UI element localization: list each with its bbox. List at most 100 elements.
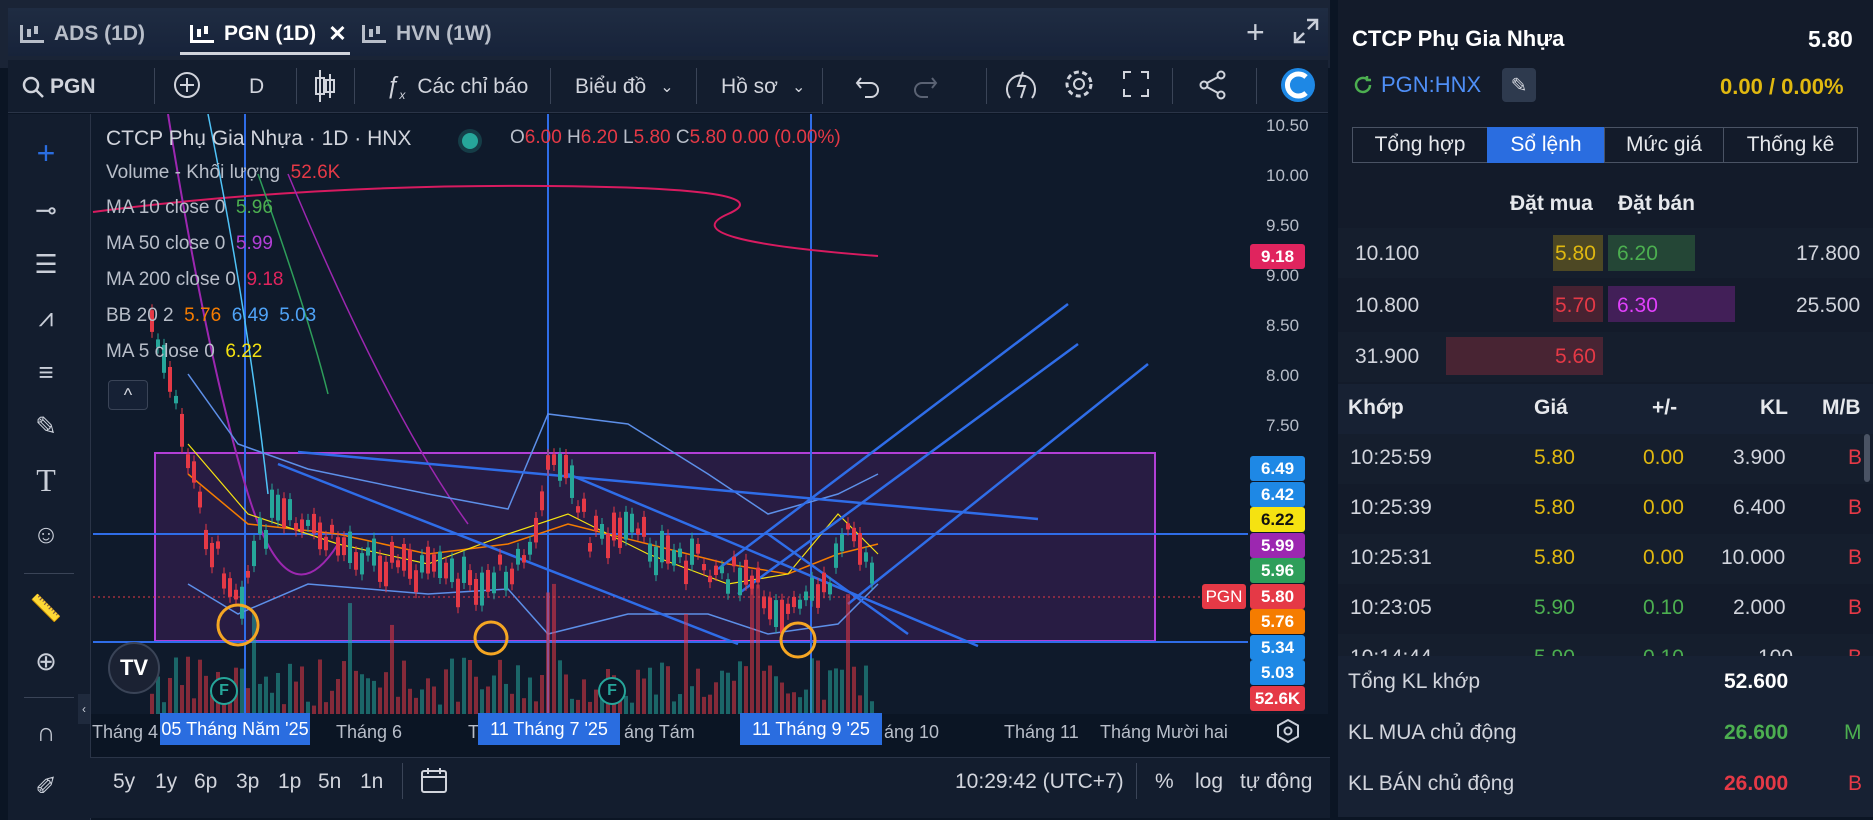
emoji-icon[interactable]: ☺ bbox=[28, 516, 64, 552]
volume-bar bbox=[510, 693, 514, 714]
axis-settings-icon[interactable] bbox=[1276, 719, 1300, 743]
volume-bar bbox=[792, 692, 796, 714]
collapse-legend-button[interactable]: ^ bbox=[108, 380, 148, 410]
volume-bar bbox=[678, 694, 682, 714]
candle bbox=[294, 523, 298, 531]
close-icon[interactable]: ✕ bbox=[328, 21, 346, 47]
volume-bar bbox=[198, 659, 202, 714]
chart-icon bbox=[20, 25, 44, 43]
range-6p[interactable]: 6p bbox=[194, 770, 217, 794]
o-label: O bbox=[510, 127, 525, 148]
market-status-dot bbox=[462, 133, 478, 149]
interval-button[interactable]: D bbox=[249, 70, 264, 104]
symbol-search[interactable]: PGN bbox=[22, 70, 96, 104]
edit-icon[interactable]: ✎ bbox=[1502, 68, 1536, 102]
event-marker[interactable]: F bbox=[598, 677, 626, 705]
tab-muc-gia[interactable]: Mức giá bbox=[1604, 127, 1724, 163]
sell-price[interactable]: 6.30 bbox=[1617, 294, 1658, 318]
range-1y[interactable]: 1y bbox=[155, 770, 177, 794]
pattern-icon[interactable]: ⩘ bbox=[28, 300, 64, 336]
profile-button[interactable]: Hồ sơ ⌄ bbox=[721, 70, 805, 104]
candle bbox=[780, 599, 784, 634]
trades-list[interactable]: 10:25:59 5.80 0.00 3.900 B 10:25:39 5.80… bbox=[1338, 434, 1873, 656]
range-5n[interactable]: 5n bbox=[318, 770, 341, 794]
redo-icon[interactable] bbox=[912, 74, 938, 98]
range-3p[interactable]: 3p bbox=[236, 770, 259, 794]
legend-ma200[interactable]: MA 200 close 0 9.18 bbox=[106, 269, 283, 291]
c-value: 5.80 bbox=[689, 127, 727, 148]
alert-icon[interactable] bbox=[1006, 68, 1038, 102]
tab-pgn[interactable]: PGN (1D) ✕ bbox=[190, 18, 347, 50]
indicators-button[interactable]: ƒx Các chỉ báo bbox=[386, 70, 528, 104]
lines-icon[interactable]: ☰ bbox=[28, 246, 64, 282]
chart-type-label: Biểu đồ bbox=[575, 75, 647, 98]
magnet-icon[interactable]: ∩ bbox=[28, 714, 64, 750]
candle bbox=[186, 454, 190, 469]
volume-bar bbox=[768, 665, 772, 714]
range-5y[interactable]: 5y bbox=[113, 770, 135, 794]
candle bbox=[432, 554, 436, 572]
legend-label: MA 200 close 0 bbox=[106, 269, 236, 290]
tab-thong-ke[interactable]: Thống kê bbox=[1723, 127, 1858, 163]
buy-volume: 31.900 bbox=[1355, 345, 1420, 368]
trade-price: 5.90 bbox=[1534, 646, 1575, 656]
price-tag-bb-mid: 5.76 bbox=[1250, 609, 1305, 634]
compare-add-icon[interactable] bbox=[172, 70, 202, 100]
range-1p[interactable]: 1p bbox=[278, 770, 301, 794]
lock-drawings-icon[interactable]: ✐ bbox=[28, 768, 64, 804]
tab-so-lenh[interactable]: Sổ lệnh bbox=[1487, 127, 1605, 163]
volume-bar bbox=[750, 579, 754, 714]
chart-type-button[interactable]: Biểu đồ ⌄ bbox=[575, 70, 674, 104]
range-1n[interactable]: 1n bbox=[360, 770, 383, 794]
candle bbox=[348, 531, 352, 563]
trade-change: 0.10 bbox=[1643, 596, 1684, 619]
volume-bar bbox=[564, 674, 568, 714]
chart-icon bbox=[190, 25, 214, 43]
legend-bb[interactable]: BB 20 2 5.76 6.49 5.03 bbox=[106, 305, 316, 327]
sell-price[interactable]: 6.20 bbox=[1617, 242, 1658, 266]
brush-icon[interactable]: ✎ bbox=[28, 408, 64, 444]
candle bbox=[564, 454, 568, 479]
gear-icon[interactable] bbox=[1063, 68, 1095, 100]
legend-ma10[interactable]: MA 10 close 0 5.96 bbox=[106, 197, 273, 219]
add-tab-icon[interactable]: + bbox=[1246, 14, 1265, 51]
percent-toggle[interactable]: % bbox=[1155, 770, 1174, 794]
horizontal-ray-icon[interactable]: ⊸ bbox=[28, 192, 64, 228]
zoom-in-icon[interactable]: ⊕ bbox=[28, 643, 64, 679]
candles-icon[interactable] bbox=[314, 68, 336, 104]
tab-ads[interactable]: ADS (1D) bbox=[20, 18, 145, 50]
summary-value: 26.600 bbox=[1724, 721, 1789, 744]
share-icon[interactable] bbox=[1198, 70, 1228, 100]
text-icon[interactable]: T bbox=[28, 462, 64, 498]
trades-header bbox=[1338, 384, 1873, 434]
candle bbox=[384, 561, 388, 587]
candle bbox=[270, 489, 274, 518]
legend-volume[interactable]: Volume - Khối lượng 52.6K bbox=[106, 162, 340, 184]
event-marker[interactable]: F bbox=[210, 677, 238, 705]
buy-price[interactable]: 5.80 bbox=[1555, 242, 1596, 266]
legend-ma5[interactable]: MA 5 close 0 6.22 bbox=[106, 341, 262, 363]
buy-price[interactable]: 5.60 bbox=[1555, 345, 1596, 369]
price-tag-text: 6.49 bbox=[1260, 458, 1295, 478]
crosshair-icon[interactable]: + bbox=[28, 135, 64, 171]
summary-label: KL MUA chủ động bbox=[1348, 721, 1517, 744]
volume-bar bbox=[174, 657, 178, 714]
ruler-icon[interactable]: 📏 bbox=[28, 590, 64, 626]
tab-tong-hop[interactable]: Tổng hợp bbox=[1352, 127, 1488, 163]
candle bbox=[252, 540, 256, 567]
refresh-icon[interactable] bbox=[1352, 74, 1374, 96]
log-toggle[interactable]: log bbox=[1195, 770, 1223, 794]
trade-change: 0.00 bbox=[1643, 546, 1684, 569]
tab-hvn[interactable]: HVN (1W) bbox=[362, 18, 492, 50]
legend-ma50[interactable]: MA 50 close 0 5.99 bbox=[106, 233, 273, 255]
undo-icon[interactable] bbox=[855, 74, 881, 98]
auto-toggle[interactable]: tự động bbox=[1240, 770, 1312, 794]
collapse-toolbar-icon[interactable]: ‹ bbox=[78, 694, 90, 724]
fullscreen-icon[interactable] bbox=[1122, 70, 1150, 98]
buy-price[interactable]: 5.70 bbox=[1555, 294, 1596, 318]
expand-icon[interactable] bbox=[1293, 18, 1319, 44]
fib-icon[interactable]: ≡ bbox=[28, 354, 64, 390]
tab-label: PGN (1D) bbox=[224, 22, 317, 45]
calendar-icon[interactable] bbox=[420, 766, 448, 794]
trades-scrollbar[interactable] bbox=[1864, 434, 1870, 482]
